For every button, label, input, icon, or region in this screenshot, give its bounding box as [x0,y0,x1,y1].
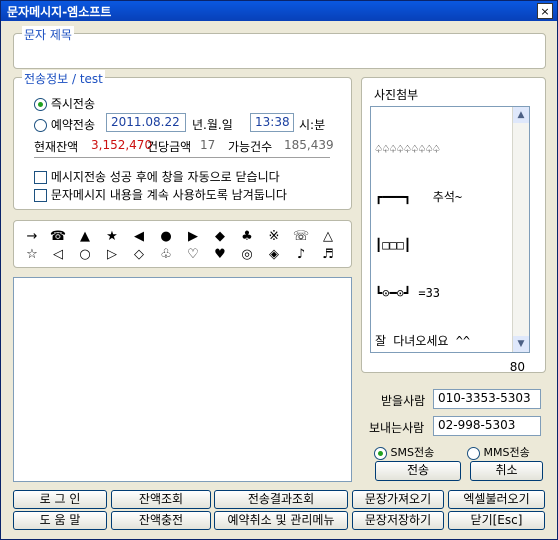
message-list[interactable] [13,277,352,482]
symbol-button[interactable]: ● [153,229,179,244]
close-button[interactable]: 닫기[Esc] [448,511,545,530]
byte-count: 80 [509,360,525,374]
sender-field[interactable]: 02-998-5303 [433,416,541,436]
symbol-button[interactable]: ♬ [315,247,341,262]
possible-label: 가능건수 [228,140,273,154]
immediate-radio[interactable] [34,98,47,111]
time-unit: 시:분 [299,118,326,132]
sms-option[interactable]: SMS전송 [374,444,434,460]
unit-price-label: 건당금액 [147,140,192,154]
subject-group: 문자 제목 [13,26,546,69]
send-info-group: 전송정보 / test 즉시전송 예약전송 2011.08.22 년.월.일 1… [13,70,352,210]
unit-price-value: 17 [200,138,216,152]
save-message-button[interactable]: 문장저장하기 [352,511,444,530]
app-window: 문자메시지-엠소프트 × 문자 제목 전송정보 / test 즉시전송 예약전송… [0,0,558,540]
balance-check-button[interactable]: 잔액조회 [111,490,211,509]
time-field[interactable]: 13:38 [250,113,294,132]
login-button[interactable]: 로 그 인 [13,490,107,509]
date-field[interactable]: 2011.08.22 [106,113,186,132]
recharge-button[interactable]: 잔액충전 [111,511,211,530]
symbol-button[interactable]: ▶ [180,229,206,244]
message-line-1: ♤♤♤♤♤♤♤♤♤ [375,142,441,156]
excel-load-button[interactable]: 엑셀불러오기 [448,490,545,509]
symbol-button[interactable]: △ [315,229,341,244]
title-bar: 문자메시지-엠소프트 × [1,1,557,21]
immediate-send-option[interactable]: 즉시전송 [34,95,95,112]
symbol-button[interactable]: ◆ [207,229,233,244]
mms-label: MMS전송 [483,446,530,459]
receiver-field[interactable]: 010-3353-5303 [433,389,541,409]
window-title: 문자메시지-엠소프트 [7,5,112,19]
mms-option[interactable]: MMS전송 [467,444,530,460]
symbol-button[interactable]: ▷ [99,247,125,262]
reserve-label: 예약전송 [50,118,95,132]
mms-radio[interactable] [467,446,480,460]
scrollbar[interactable]: ▲ ▼ [512,107,529,352]
symbol-button[interactable]: ☎ [45,229,71,244]
message-line-3: ┃□□□┃ [375,238,412,252]
symbol-button[interactable]: → [19,229,45,244]
message-textarea[interactable]: ♤♤♤♤♤♤♤♤♤ ┏━━━┓ 추석~ ┃□□□┃ ┗⊙━⊙┛ =33 잘 다녀… [370,106,530,353]
send-button[interactable]: 전송 [375,461,461,481]
divider [34,157,330,161]
scroll-up-icon[interactable]: ▲ [513,107,529,123]
symbol-button[interactable]: ◀ [126,229,152,244]
send-info-label: 전송정보 / test [22,70,105,87]
auto-close-checkbox[interactable] [34,171,47,184]
reserve-radio[interactable] [34,119,47,132]
message-line-2: ┏━━━┓ 추석~ [375,190,463,204]
symbol-button[interactable]: ♪ [288,247,314,262]
symbol-button[interactable]: ☏ [288,229,314,244]
symbol-button[interactable]: ♣ [234,229,260,244]
keep-content-checkbox[interactable] [34,189,47,202]
keep-content-option[interactable]: 문자메시지 내용을 계속 사용하도록 남겨둡니다 [34,186,287,203]
sender-label: 보내는사람 [369,421,425,435]
sms-radio[interactable] [374,446,387,460]
photo-label: 사진첨부 [374,88,419,102]
symbol-button[interactable]: ◎ [234,247,260,262]
scroll-down-icon[interactable]: ▼ [513,336,529,352]
symbol-button[interactable]: ♧ [153,247,179,262]
sms-label: SMS전송 [390,446,435,459]
symbol-button[interactable]: ◇ [126,247,152,262]
receiver-label: 받을사람 [381,394,426,408]
possible-value: 185,439 [284,138,334,152]
date-unit: 년.월.일 [192,118,233,132]
symbol-button[interactable]: ★ [99,229,125,244]
keep-content-label: 문자메시지 내용을 계속 사용하도록 남겨둡니다 [50,188,287,202]
immediate-label: 즉시전송 [50,97,95,111]
symbol-button[interactable]: ◁ [45,247,71,262]
close-icon[interactable]: × [537,3,553,19]
reserve-send-option[interactable]: 예약전송 [34,116,95,133]
symbol-button[interactable]: ☆ [19,247,45,262]
symbol-button[interactable]: ○ [72,247,98,262]
message-line-5: 잘 다녀오세요 ^^ [375,334,471,348]
symbol-button[interactable]: ▲ [72,229,98,244]
symbol-button[interactable]: ◈ [261,247,287,262]
auto-close-option[interactable]: 메시지전송 성공 후에 창을 자동으로 닫습니다 [34,168,280,185]
subject-input[interactable] [18,40,540,62]
cancel-button[interactable]: 취소 [470,461,543,481]
help-button[interactable]: 도 움 말 [13,511,107,530]
symbol-button[interactable]: ※ [261,229,287,244]
symbol-button[interactable]: ♡ [180,247,206,262]
symbol-button[interactable]: ♥ [207,247,233,262]
photo-group: 사진첨부 ♤♤♤♤♤♤♤♤♤ ┏━━━┓ 추석~ ┃□□□┃ ┗⊙━⊙┛ =33… [361,77,546,374]
result-check-button[interactable]: 전송결과조회 [214,490,348,509]
auto-close-label: 메시지전송 성공 후에 창을 자동으로 닫습니다 [50,170,280,184]
balance-label: 현재잔액 [34,140,79,154]
reserve-manage-button[interactable]: 예약취소 및 관리메뉴 [214,511,348,530]
message-line-4: ┗⊙━⊙┛ =33 [375,286,441,300]
symbol-palette: → ☎ ▲ ★ ◀ ● ▶ ◆ ♣ ※ ☏ △ ☆ ◁ ○ ▷ ◇ ♧ ♡ ♥ … [13,220,352,268]
load-message-button[interactable]: 문장가져오기 [352,490,444,509]
balance-value: 3,152,470 [91,138,153,152]
